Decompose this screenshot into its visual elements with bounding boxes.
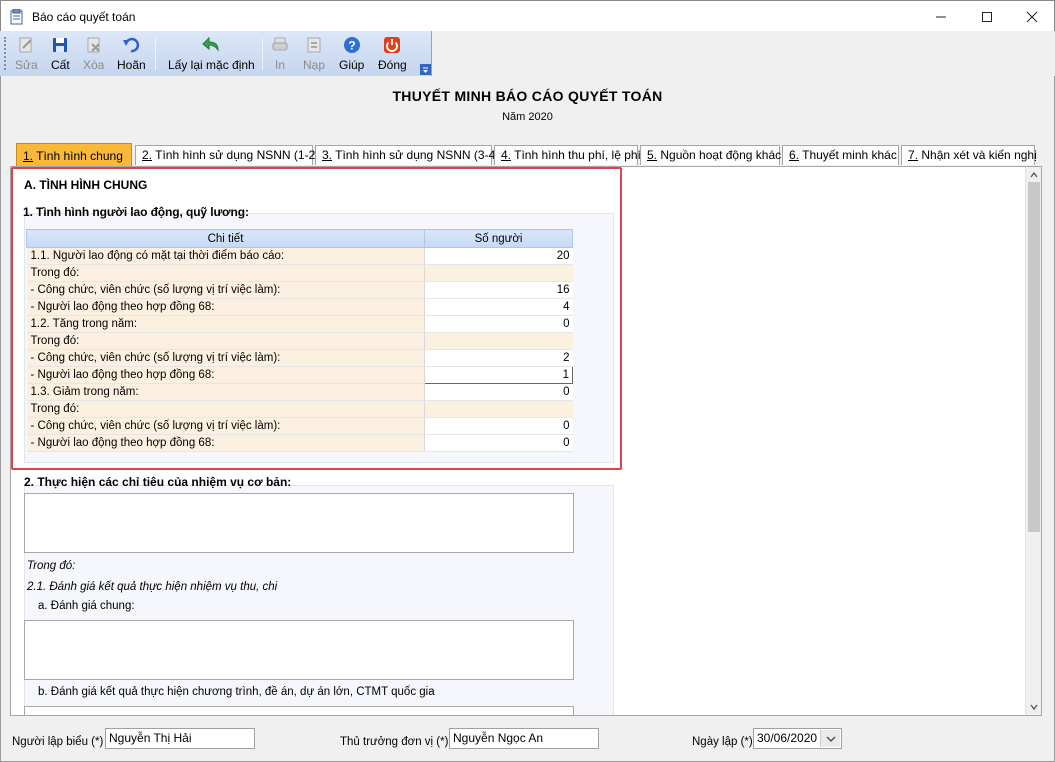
minimize-icon — [936, 16, 946, 17]
tasks-subheading: 2. Thực hiện các chỉ tiêu của nhiệm vụ c… — [24, 475, 292, 489]
unit-head-label: Thủ trưởng đơn vị (*) — [340, 736, 449, 748]
general-assessment-label: a. Đánh giá chung: — [38, 600, 135, 612]
window-title: Báo cáo quyết toán — [32, 10, 136, 24]
item-2-1-label: 2.1. Đánh giá kết quả thực hiện nhiệm vụ… — [27, 581, 278, 593]
save-icon — [53, 38, 68, 52]
close-form-button[interactable]: Đóng — [378, 33, 407, 75]
preparer-label: Người lập biểu (*) — [12, 736, 104, 748]
delete-icon — [87, 37, 100, 53]
save-button[interactable]: Cất — [51, 33, 70, 75]
close-window-button[interactable] — [1009, 1, 1055, 32]
chevron-down-icon — [826, 736, 835, 742]
tab-nsnn-3-4[interactable]: 3. Tình hình sử dụng NSNN (3-4) — [315, 145, 499, 165]
in-which-label: Trong đó: — [27, 560, 76, 572]
date-label: Ngày lập (*) — [692, 736, 753, 748]
print-button[interactable]: In — [271, 33, 289, 75]
date-dropdown-button[interactable] — [820, 730, 840, 747]
load-button[interactable]: Nạp — [303, 33, 325, 75]
tab-tinh-hinh-chung[interactable]: 1. Tình hình chung — [16, 143, 132, 166]
chevron-down-icon — [423, 67, 428, 73]
edit-icon — [19, 37, 33, 53]
tab-thuyet-minh-khac[interactable]: 6. Thuyết minh khác — [782, 145, 899, 165]
toolbar-grip[interactable] — [4, 37, 7, 70]
undo-icon — [123, 37, 140, 53]
help-button[interactable]: ? Giúp — [339, 33, 364, 75]
delete-button[interactable]: Xóa — [83, 33, 104, 75]
general-assessment-textarea[interactable] — [24, 620, 574, 680]
tab-thu-phi-le-phi[interactable]: 4. Tình hình thu phí, lệ phí — [494, 145, 641, 165]
report-title: THUYẾT MINH BÁO CÁO QUYẾT TOÁN — [392, 88, 663, 104]
help-icon: ? — [343, 37, 360, 53]
restore-default-button[interactable]: Lấy lại mặc định — [168, 33, 255, 75]
scroll-area: A. TÌNH HÌNH CHUNG 1. Tình hình người la… — [11, 167, 1025, 715]
tab-nsnn-1-2[interactable]: 2. Tình hình sử dụng NSNN (1-2) — [135, 145, 319, 165]
tasks-textarea[interactable] — [24, 493, 574, 553]
restore-default-icon — [202, 36, 219, 52]
vertical-scrollbar[interactable] — [1025, 167, 1041, 715]
toolbar-background — [432, 31, 1055, 76]
toolbar-separator — [262, 38, 263, 70]
print-icon — [272, 37, 288, 51]
scrollbar-thumb[interactable] — [1028, 182, 1040, 532]
undo-button[interactable]: Hoãn — [117, 33, 146, 75]
program-assessment-textarea[interactable] — [24, 706, 574, 715]
preparer-input[interactable]: Nguyễn Thị Hải — [105, 728, 255, 749]
report-app-icon — [10, 9, 23, 25]
title-bar: Báo cáo quyết toán — [0, 0, 1055, 31]
tab-nhan-xet-kien-nghi[interactable]: 7. Nhận xét và kiến nghị — [901, 145, 1037, 165]
tab-content: A. TÌNH HÌNH CHUNG 1. Tình hình người la… — [10, 166, 1042, 716]
load-icon — [307, 37, 321, 53]
toolbar-separator — [155, 38, 156, 70]
chevron-down-icon[interactable] — [1029, 702, 1039, 712]
chevron-up-icon[interactable] — [1029, 170, 1039, 180]
highlight-box — [11, 167, 622, 470]
unit-head-input[interactable]: Nguyễn Ngọc An — [449, 728, 599, 749]
close-icon — [1026, 11, 1038, 22]
minimize-button[interactable] — [918, 1, 964, 32]
svg-text:?: ? — [348, 39, 355, 53]
close-power-icon — [384, 37, 401, 53]
maximize-icon — [982, 11, 992, 22]
report-year: Năm 2020 — [502, 111, 553, 123]
program-assessment-label: b. Đánh giá kết quả thực hiện chương trì… — [38, 686, 435, 698]
toolbar-overflow-button[interactable] — [420, 64, 431, 75]
maximize-button[interactable] — [964, 1, 1010, 32]
tab-nguon-hoat-dong-khac[interactable]: 5. Nguồn hoạt động khác — [640, 145, 781, 165]
edit-button[interactable]: Sửa — [15, 33, 38, 75]
